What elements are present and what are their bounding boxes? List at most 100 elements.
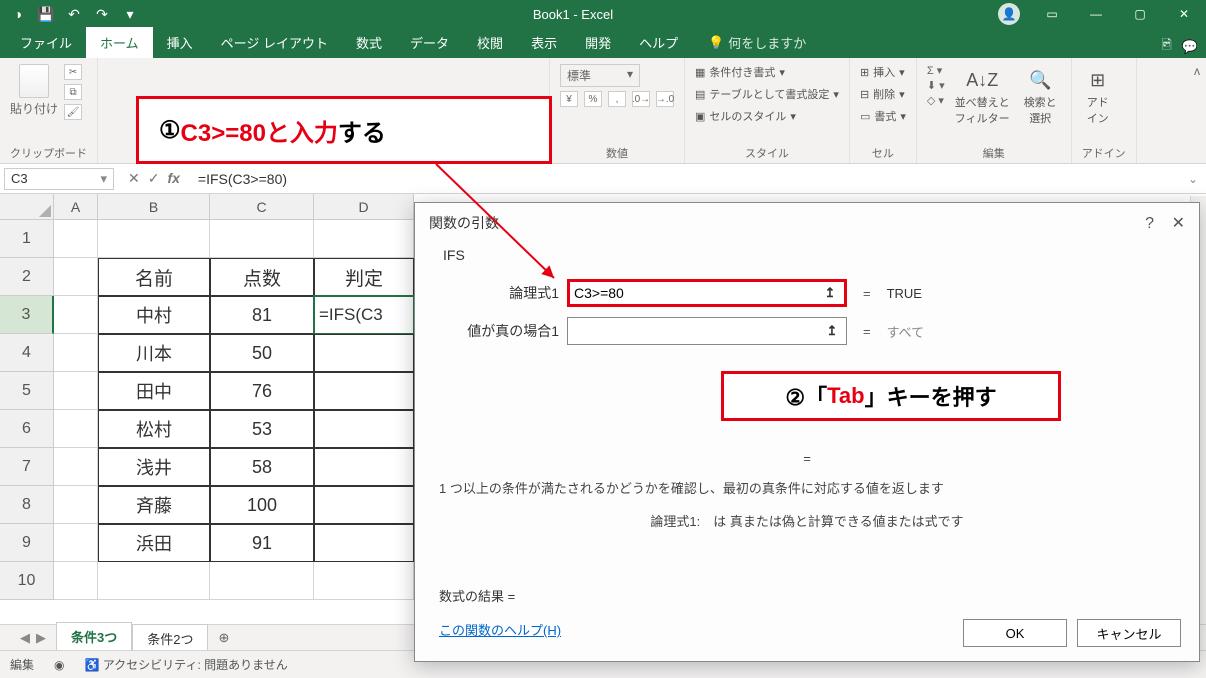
undo-icon[interactable]: ↶	[64, 4, 84, 24]
row-header-4[interactable]: 4	[0, 334, 54, 372]
formula-input[interactable]: =IFS(C3>=80)	[190, 168, 1180, 190]
cell-c5[interactable]: 76	[210, 372, 314, 410]
cell[interactable]	[314, 220, 414, 258]
expand-formula-bar-icon[interactable]: ⌄	[1180, 172, 1206, 186]
tab-home[interactable]: ホーム	[86, 27, 153, 58]
row-header-3[interactable]: 3	[0, 296, 54, 334]
format-painter-icon[interactable]: 🖌	[64, 104, 82, 120]
sort-filter-button[interactable]: A↓Z 並べ替えと フィルター	[951, 64, 1014, 130]
row-header-8[interactable]: 8	[0, 486, 54, 524]
sheet-nav-prev-icon[interactable]: ◀	[20, 630, 30, 646]
cell[interactable]	[98, 220, 210, 258]
cell[interactable]	[210, 220, 314, 258]
status-accessibility[interactable]: ♿ アクセシビリティ: 問題ありません	[85, 656, 288, 673]
cut-icon[interactable]: ✂	[64, 64, 82, 80]
tab-review[interactable]: 校閲	[463, 27, 517, 58]
inc-decimal-icon[interactable]: .0→	[632, 91, 650, 107]
sheet-tab-2[interactable]: 条件2つ	[132, 624, 208, 652]
tab-formula[interactable]: 数式	[342, 27, 396, 58]
cell-c7[interactable]: 58	[210, 448, 314, 486]
cell-b7[interactable]: 浅井	[98, 448, 210, 486]
arg2-input[interactable]	[572, 323, 822, 339]
row-header-10[interactable]: 10	[0, 562, 54, 600]
cell-c4[interactable]: 50	[210, 334, 314, 372]
format-cells-button[interactable]: ▭書式 ▾	[860, 108, 906, 124]
cell[interactable]	[54, 448, 98, 486]
insert-cells-button[interactable]: ⊞挿入 ▾	[860, 64, 905, 80]
cell-c9[interactable]: 91	[210, 524, 314, 562]
tell-me[interactable]: 💡何をしますか	[702, 27, 812, 58]
cell-b3[interactable]: 中村	[98, 296, 210, 334]
cell-styles-button[interactable]: ▣セルのスタイル ▾	[695, 108, 796, 124]
select-all-corner[interactable]	[0, 194, 54, 220]
cancel-button[interactable]: キャンセル	[1077, 619, 1181, 647]
comments-button[interactable]: 💬	[1182, 39, 1198, 55]
minimize-button[interactable]: —	[1074, 0, 1118, 28]
collapse-ribbon-icon[interactable]: ʌ	[1194, 64, 1200, 78]
cell[interactable]	[98, 562, 210, 600]
clear-button[interactable]: ◇ ▾	[927, 94, 945, 107]
row-header-5[interactable]: 5	[0, 372, 54, 410]
dialog-help-icon[interactable]: ?	[1145, 215, 1154, 232]
addin-button[interactable]: ⊞ アド イン	[1082, 64, 1114, 130]
autosum-button[interactable]: Σ ▾	[927, 64, 945, 77]
fill-button[interactable]: ⬇ ▾	[927, 79, 945, 92]
arg2-ref-icon[interactable]: ↥	[822, 321, 842, 341]
paste-button[interactable]: 貼り付け	[10, 64, 58, 117]
copy-icon[interactable]: ⧉	[64, 84, 82, 100]
save-icon[interactable]: 💾	[36, 4, 56, 24]
cancel-edit-icon[interactable]: ✕	[128, 170, 140, 187]
cell-d2[interactable]: 判定	[314, 258, 414, 296]
new-sheet-button[interactable]: ⊕	[208, 626, 239, 650]
comma-icon[interactable]: ,	[608, 91, 626, 107]
ok-button[interactable]: OK	[963, 619, 1067, 647]
close-button[interactable]: ✕	[1162, 0, 1206, 28]
cell[interactable]	[54, 334, 98, 372]
tab-dev[interactable]: 開発	[571, 27, 625, 58]
fx-icon[interactable]: fx	[167, 170, 179, 187]
user-avatar[interactable]: 👤	[998, 3, 1020, 25]
dialog-close-icon[interactable]: ✕	[1172, 215, 1185, 232]
cell-d8[interactable]	[314, 486, 414, 524]
cell-c8[interactable]: 100	[210, 486, 314, 524]
currency-icon[interactable]: ¥	[560, 91, 578, 107]
tab-file[interactable]: ファイル	[6, 27, 86, 58]
cell-d9[interactable]	[314, 524, 414, 562]
arg1-ref-icon[interactable]: ↥	[820, 283, 840, 303]
cell-d6[interactable]	[314, 410, 414, 448]
cell-d4[interactable]	[314, 334, 414, 372]
qat-more-icon[interactable]: ▾	[120, 4, 140, 24]
col-header-b[interactable]: B	[98, 194, 210, 220]
cell-b6[interactable]: 松村	[98, 410, 210, 448]
cell[interactable]	[314, 562, 414, 600]
confirm-edit-icon[interactable]: ✓	[148, 170, 160, 187]
cell-b5[interactable]: 田中	[98, 372, 210, 410]
cell-c2[interactable]: 点数	[210, 258, 314, 296]
cell[interactable]	[210, 562, 314, 600]
cell-b9[interactable]: 浜田	[98, 524, 210, 562]
percent-icon[interactable]: %	[584, 91, 602, 107]
row-header-7[interactable]: 7	[0, 448, 54, 486]
cell[interactable]	[54, 372, 98, 410]
row-header-1[interactable]: 1	[0, 220, 54, 258]
cell[interactable]	[54, 524, 98, 562]
tab-data[interactable]: データ	[396, 27, 463, 58]
cell[interactable]	[54, 562, 98, 600]
find-select-button[interactable]: 🔍 検索と 選択	[1020, 64, 1061, 130]
cell[interactable]	[54, 220, 98, 258]
arg1-input[interactable]	[574, 285, 820, 301]
cell-b8[interactable]: 斉藤	[98, 486, 210, 524]
autosave-toggle[interactable]: ◑	[8, 4, 28, 24]
cell[interactable]	[54, 486, 98, 524]
tab-help[interactable]: ヘルプ	[625, 27, 692, 58]
tab-view[interactable]: 表示	[517, 27, 571, 58]
tab-layout[interactable]: ページ レイアウト	[207, 27, 342, 58]
cell-d5[interactable]	[314, 372, 414, 410]
name-box[interactable]: C3▾	[4, 168, 114, 190]
cell-b2[interactable]: 名前	[98, 258, 210, 296]
col-header-c[interactable]: C	[210, 194, 314, 220]
cond-format-button[interactable]: ▦条件付き書式 ▾	[695, 64, 785, 80]
cell-c6[interactable]: 53	[210, 410, 314, 448]
cell[interactable]	[54, 258, 98, 296]
dec-decimal-icon[interactable]: →.0	[656, 91, 674, 107]
